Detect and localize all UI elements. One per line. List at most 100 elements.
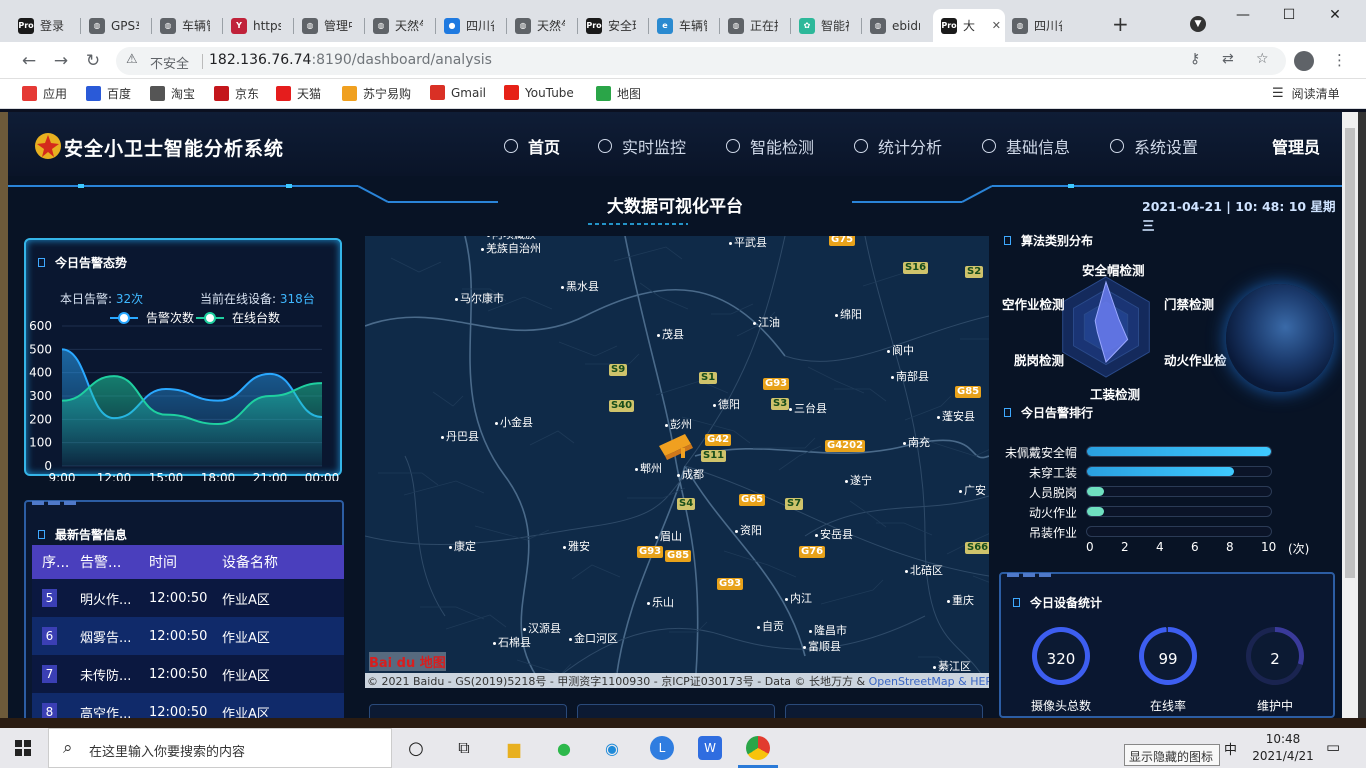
device-value: 99 <box>1158 650 1178 668</box>
nav-item-1[interactable]: 实时监控 <box>598 134 686 158</box>
browser-tab[interactable]: ◍ 车辆管 <box>152 9 220 42</box>
nav-item-3[interactable]: 统计分析 <box>854 134 942 158</box>
camera-marker-icon[interactable] <box>655 424 697 460</box>
column-header[interactable]: 告警... <box>76 552 149 572</box>
x-tick-label: 9:00 <box>49 471 76 481</box>
map-city-label: 丹巴县 <box>441 428 479 444</box>
windows-start-icon[interactable] <box>15 740 31 756</box>
profile-icon[interactable] <box>1294 51 1314 71</box>
nav-item-5[interactable]: 系统设置 <box>1110 134 1198 158</box>
tab-separator <box>861 18 862 34</box>
column-header[interactable]: 时间 <box>149 552 222 572</box>
close-window-icon[interactable]: ✕ <box>1312 0 1358 30</box>
page-scrollbar[interactable] <box>1342 112 1358 718</box>
edge-icon[interactable]: ◉ <box>600 736 624 760</box>
map-terrain-line <box>639 282 689 310</box>
browser-tab[interactable]: ◍ 正在接 <box>720 9 788 42</box>
bookmark-jd[interactable]: 京东 <box>214 85 259 102</box>
file-explorer-icon[interactable]: ▆ <box>502 736 526 760</box>
lync-icon[interactable]: L <box>650 736 674 760</box>
wechat-icon[interactable]: ● <box>552 736 576 760</box>
road-shield: G93 <box>763 378 790 390</box>
close-tab-icon[interactable]: ✕ <box>992 19 1001 32</box>
bookmark-tmall[interactable]: 天猫 <box>276 85 321 102</box>
browser-tab[interactable]: ◍ 天然气 <box>365 9 433 42</box>
table-row[interactable]: 6 烟雾告... 12:00:50 作业A区 <box>32 617 344 655</box>
browser-tab[interactable]: Pro 安全环 <box>578 9 646 42</box>
radar-label: 工装检测 <box>1090 387 1141 402</box>
reading-list[interactable]: ☰ 阅读清单 <box>1272 85 1340 102</box>
back-icon[interactable]: ← <box>18 50 40 72</box>
notification-icon[interactable]: ▭ <box>1326 738 1340 756</box>
bookmark-grid[interactable]: 应用 <box>22 85 67 102</box>
ime-indicator[interactable]: 中 <box>1224 739 1237 758</box>
tab-separator <box>719 18 720 34</box>
browser-tab[interactable]: ◍ ebidn <box>862 9 930 42</box>
reload-icon[interactable]: ↻ <box>82 50 104 72</box>
omnibox[interactable]: ⚠ 不安全 182.136.76.74:8190/dashboard/analy… <box>116 47 1286 75</box>
browser-tab[interactable]: ● 四川省 <box>436 9 504 42</box>
cortana-icon[interactable]: ○ <box>404 736 428 760</box>
column-header[interactable]: 序... <box>32 552 76 572</box>
nav-item-2[interactable]: 智能检测 <box>726 134 814 158</box>
browser-tab[interactable]: ◍ 四川省 <box>1004 9 1072 42</box>
map-view[interactable]: 平武县 马尔康市 黑水县 茂县 江油 阆中 南部县 绵阳 德阳 三台县 彭州 蓬安县 小金县 丹巴县 郫州成… <box>365 236 989 688</box>
url-text[interactable]: 182.136.76.74:8190/dashboard/analysis <box>209 52 492 68</box>
map-terrain-line <box>613 246 683 262</box>
bookmark-mail[interactable]: Gmail <box>430 85 486 100</box>
alarm-trend-panel: 今日告警态势 本日告警: 32次 当前在线设备: 318台 0 100 200 300… <box>24 238 342 481</box>
table-row[interactable]: 7 未传防... 12:00:50 作业A区 <box>32 655 344 693</box>
tab-search-icon[interactable]: ▼ <box>1190 16 1206 32</box>
key-icon[interactable]: ⚷ <box>1190 51 1200 67</box>
road-shield: G85 <box>665 550 692 562</box>
bookmark-globe[interactable]: 淘宝 <box>150 85 195 102</box>
warning-icon[interactable]: ⚠ <box>126 52 138 67</box>
maximize-icon[interactable]: ☐ <box>1266 0 1312 30</box>
browser-tab[interactable]: ◍ 天然气 <box>507 9 575 42</box>
bookmark-play[interactable]: YouTube <box>504 85 574 100</box>
nav-item-4[interactable]: 基础信息 <box>982 134 1070 158</box>
star-icon[interactable]: ☆ <box>1256 51 1269 67</box>
taskbar-search[interactable]: ⌕ 在这里输入你要搜索的内容 <box>48 728 392 768</box>
rank-bar <box>1086 526 1272 537</box>
bottom-panel-3 <box>785 704 983 718</box>
nav-item-0[interactable]: 首页 <box>504 134 560 158</box>
wps-icon[interactable]: W <box>698 736 722 760</box>
translate-icon[interactable]: ⇄ <box>1222 51 1234 67</box>
new-tab-button[interactable]: + <box>1112 12 1129 36</box>
bookmark-suning[interactable]: 苏宁易购 <box>342 85 411 102</box>
x-tick-label: 21:00 <box>253 471 288 481</box>
minimize-icon[interactable]: — <box>1220 0 1266 30</box>
browser-tab[interactable]: ◍ GPS车 <box>81 9 149 42</box>
map-city-label: 隆昌市 <box>809 622 847 638</box>
not-secure-label[interactable]: 不安全 <box>150 53 189 72</box>
browser-tab[interactable]: Yhttps: <box>223 9 291 42</box>
latest-alarm-title: 最新告警信息 <box>38 526 127 543</box>
table-row[interactable]: 5 明火作... 12:00:50 作业A区 <box>32 579 344 617</box>
browser-tab[interactable]: ◍ 管理中 <box>294 9 362 42</box>
browser-tab[interactable]: Pro 大 ✕ <box>933 9 1005 42</box>
bookmark-paw[interactable]: 百度 <box>86 85 131 102</box>
forward-icon[interactable]: → <box>50 50 72 72</box>
menu-icon[interactable]: ⋮ <box>1332 51 1347 69</box>
browser-tab[interactable]: e 车辆管 <box>649 9 717 42</box>
user-name[interactable]: 管理员 <box>1272 134 1320 158</box>
alarm-time: 12:00:50 <box>149 628 208 644</box>
map-terrain-line <box>820 579 884 605</box>
task-view-icon[interactable]: ⧉ <box>452 736 476 760</box>
tab-strip: Pro 登录 - ◍ GPS车 ◍ 车辆管 Yhttps: ◍ 管理中 ◍ 天然气 ● 四川省 ◍ 天然气 P… <box>0 0 1366 42</box>
bookmark-map[interactable]: 地图 <box>596 85 641 102</box>
alarm-type: 高空作... <box>80 706 132 719</box>
rank-axis-tick: 0 <box>1086 540 1094 554</box>
globe-icon: ◍ <box>302 17 318 34</box>
chrome-icon[interactable] <box>746 736 770 760</box>
tab-separator <box>151 18 152 34</box>
rank-label: 动火作业 <box>1028 506 1077 520</box>
browser-tab[interactable]: ✿ 智能视 <box>791 9 859 42</box>
column-header[interactable]: 设备名称 <box>222 552 322 572</box>
taskbar-clock[interactable]: 10:48 2021/4/21 <box>1248 731 1318 765</box>
browser-tab[interactable]: Pro 登录 - <box>10 9 78 42</box>
map-city-label: 广安 <box>959 482 986 498</box>
rank-unit: (次) <box>1288 542 1310 556</box>
table-row[interactable]: 8 高空作... 12:00:50 作业A区 <box>32 693 344 718</box>
